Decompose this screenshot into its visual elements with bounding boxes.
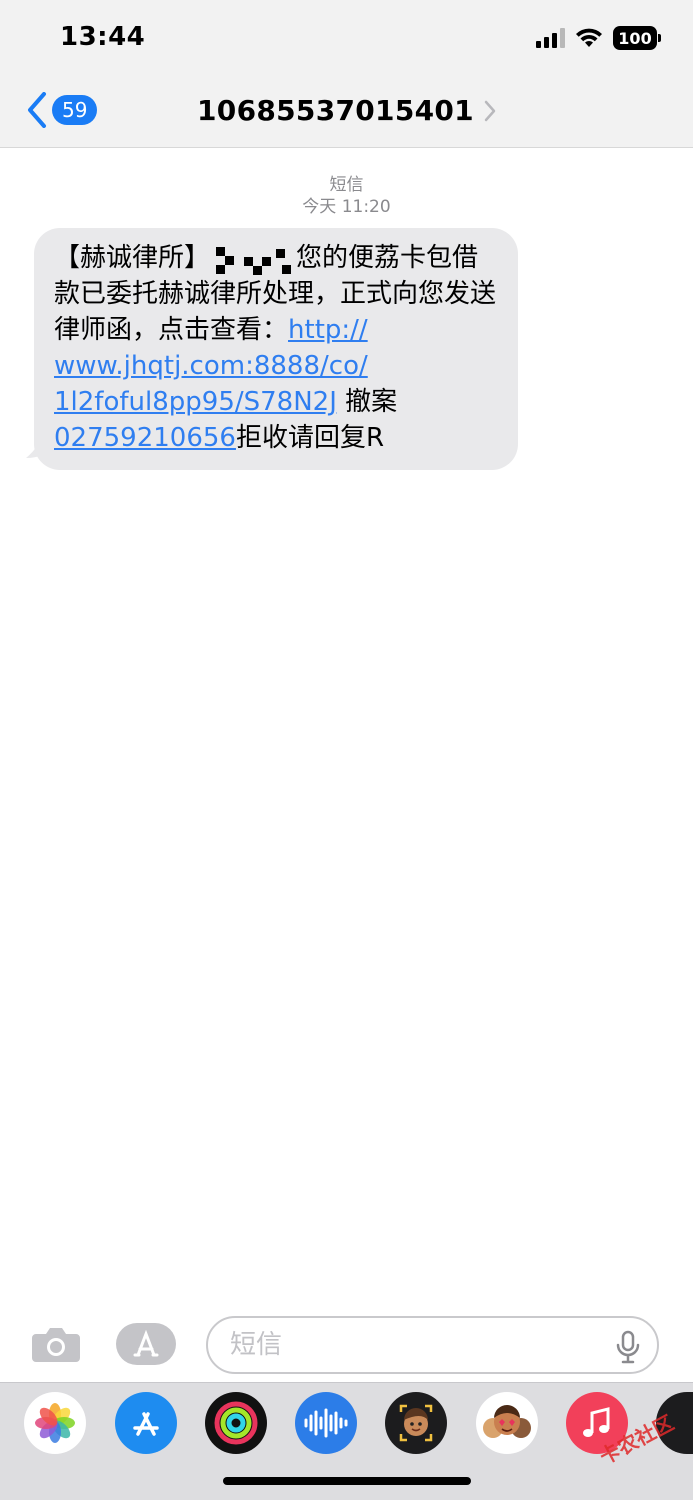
animoji-stickers-icon[interactable] [476,1392,538,1454]
cellular-signal-icon [536,28,565,48]
message-composer [0,1310,693,1380]
message-input[interactable] [206,1316,659,1374]
wifi-icon [576,28,602,47]
status-indicators: 100 [536,24,661,52]
incoming-message-bubble[interactable]: 【赫诚律所】 您的便荔卡包借款已委托赫诚律所处理，正式向您发送律师函，点击查看：h… [34,228,518,470]
memoji-icon[interactable] [385,1392,447,1454]
camera-icon[interactable] [30,1324,82,1364]
photos-icon[interactable] [24,1392,86,1454]
redacted-name [214,245,292,275]
message-text: 拒收请回复R [235,423,385,453]
message-text: 【赫诚律所】 [54,243,211,273]
app-store-button-icon[interactable] [115,1322,177,1366]
message-text: 撤案 [336,387,398,417]
message-link[interactable]: www.jhqtj.com:8888/co/ [54,351,368,381]
activity-icon[interactable] [205,1392,267,1454]
message-timestamp: 今天 11:20 [302,197,391,217]
audio-message-icon[interactable] [295,1392,357,1454]
contact-number-title[interactable]: 10685537015401 [197,94,474,127]
status-time: 13:44 [60,22,146,52]
app-store-icon[interactable] [115,1392,177,1454]
message-link[interactable]: 1l2foful8pp95/S78N2J [54,387,337,417]
battery-indicator: 100 [613,26,661,50]
microphone-icon[interactable] [615,1330,641,1364]
home-indicator[interactable] [223,1477,471,1485]
phone-number-link[interactable]: 02759210656 [54,423,236,453]
message-link[interactable]: http:// [288,315,368,345]
chevron-right-icon [484,100,496,121]
navigation-header: 13:44 100 59 10685537015401 [0,0,693,148]
contact-header[interactable]: 10685537015401 [0,94,693,127]
